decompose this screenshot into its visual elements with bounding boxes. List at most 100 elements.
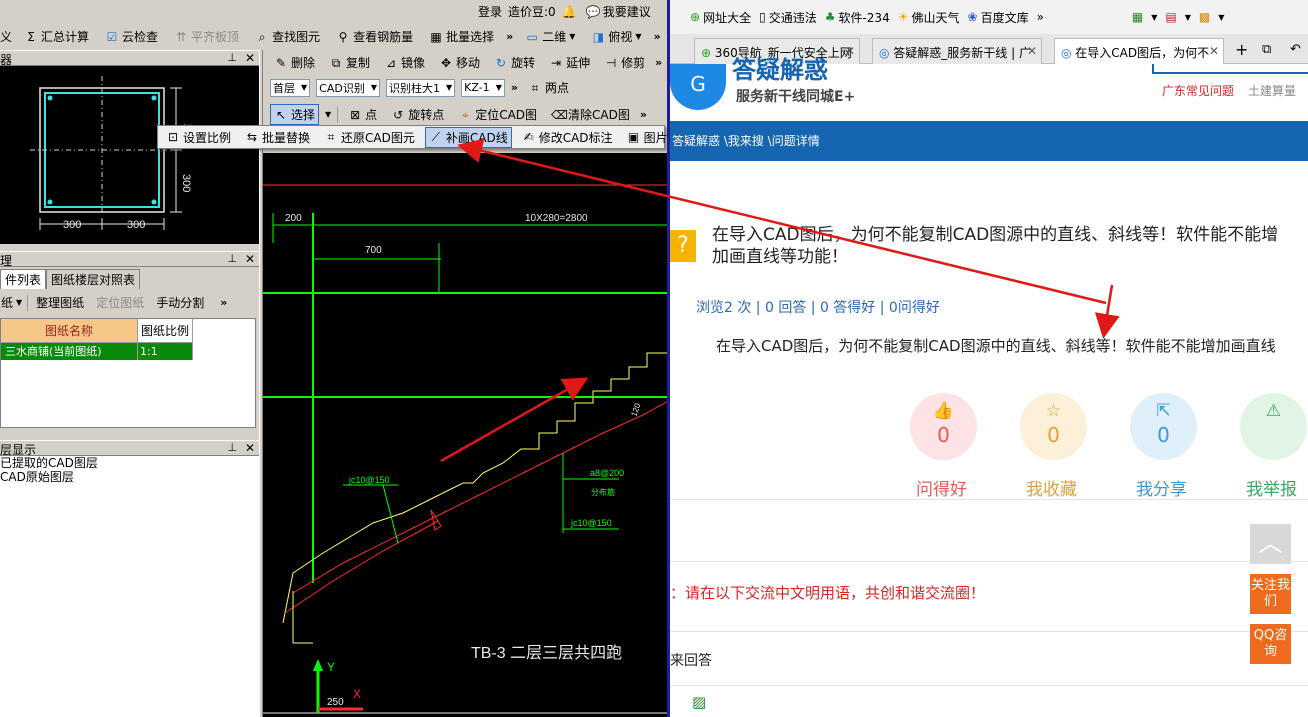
toolbar-more-icon[interactable]: » — [640, 108, 647, 121]
preview-panel-header: 器 ⊥ ✕ — [0, 50, 259, 67]
insert-image-icon[interactable]: ▨ — [692, 693, 706, 711]
organize-button[interactable]: 整理图纸 — [32, 292, 88, 313]
tab-floor-mapping[interactable]: 图纸楼层对照表 — [46, 269, 141, 289]
header-link-civil[interactable]: 土建算量 — [1248, 82, 1296, 99]
back-to-top-button[interactable]: ︿ — [1250, 524, 1291, 564]
cell-drawing-name[interactable]: 三水商铺(当前图纸) — [1, 343, 138, 360]
layer-original[interactable]: CAD原始图层 — [0, 470, 259, 484]
cell-drawing-scale[interactable]: 1:1 — [138, 343, 193, 360]
cloud-check-button[interactable]: ☑ 云检查 — [101, 26, 162, 47]
chevron-down-icon[interactable]: ▼ — [1218, 13, 1224, 22]
qq-consult-button[interactable]: QQ咨询 — [1250, 624, 1291, 664]
close-icon[interactable]: ✕ — [845, 44, 855, 58]
search-box-edge[interactable] — [1152, 64, 1308, 74]
apps-icon[interactable]: ▦ — [1132, 10, 1143, 24]
identify-column-select[interactable]: 识别柱大1 ▼ — [386, 78, 456, 97]
col-drawing-scale[interactable]: 图纸比例 — [138, 319, 193, 343]
cad-identify-select[interactable]: CAD识别 ▼ — [316, 78, 380, 97]
share-button[interactable]: ⇱ 0 — [1130, 393, 1197, 460]
move-label: 移动 — [456, 56, 481, 70]
chevron-down-icon[interactable]: ▼ — [325, 110, 331, 119]
close-icon[interactable]: ✕ — [245, 252, 255, 266]
pin-icon[interactable]: ⊥ — [227, 51, 237, 64]
rotate-button[interactable]: ↻ 旋转 — [490, 52, 539, 73]
locate-drawing-button[interactable]: 定位图纸 — [92, 292, 148, 313]
cad-drawing-canvas[interactable]: 200 10X280=2800 700 jc10@150 a8@200 分布筋 … — [263, 153, 668, 717]
header-link-faq[interactable]: 广东常见问题 — [1162, 82, 1234, 99]
delete-button[interactable]: ✎ 删除 — [270, 52, 319, 73]
find-button[interactable]: ⌕ 查找图元 — [251, 26, 324, 47]
bookmark-more-icon[interactable]: » — [1037, 10, 1044, 24]
new-tab-icon[interactable]: + — [1235, 40, 1248, 59]
locate-cad-button[interactable]: ⌖ 定位CAD图 — [454, 104, 541, 125]
login-link[interactable]: 登录 — [478, 3, 502, 20]
flush-button[interactable]: ⇈ 平齐板顶 — [170, 26, 243, 47]
image-mgmt-button[interactable]: ▣图片管理▼ — [623, 127, 668, 148]
close-icon[interactable]: ✕ — [245, 51, 255, 65]
layer-extracted[interactable]: 已提取的CAD图层 — [0, 456, 259, 470]
sum-button[interactable]: Σ 汇总计算 — [20, 26, 93, 47]
set-scale-button[interactable]: ⊡ 设置比例 — [162, 127, 235, 148]
floor-select[interactable]: 首层 ▼ — [270, 78, 311, 97]
toolbar-more-icon[interactable]: » — [655, 56, 662, 69]
bell-icon[interactable]: 🔔 — [562, 5, 577, 19]
draw-cad-line-button[interactable]: ⟋ 补画CAD线 — [424, 126, 512, 148]
table-row[interactable]: 三水商铺(当前图纸) 1:1 — [1, 343, 255, 360]
copy-button[interactable]: ⧉ 复制 — [325, 52, 374, 73]
like-label[interactable]: 问得好 — [916, 475, 967, 500]
batch-select-button[interactable]: ▦ 批量选择 — [425, 26, 498, 47]
toolbar-more-icon[interactable]: » — [220, 296, 227, 309]
mirror-button[interactable]: ⊿ 镜像 — [380, 52, 429, 73]
chevron-down-icon[interactable]: ▼ — [1185, 13, 1191, 22]
clear-cad-button[interactable]: ⌫ 清除CAD图 — [547, 104, 634, 125]
batch-replace-button[interactable]: ⇆ 批量替换 — [241, 127, 314, 148]
report-label[interactable]: 我举报 — [1246, 475, 1297, 500]
browser-tab-active[interactable]: ◎ 在导入CAD图后，为何不 ✕ — [1054, 38, 1224, 64]
select-button[interactable]: ↖ 选择 — [270, 104, 320, 125]
point-button[interactable]: ⊠ 点 — [344, 104, 381, 125]
share-label[interactable]: 我分享 — [1136, 475, 1187, 500]
bookmark-item[interactable]: ☀ 佛山天气 — [898, 9, 960, 26]
two-points-button[interactable]: ⌗ 两点 — [524, 77, 573, 98]
restore-cad-button[interactable]: ⌗ 还原CAD图元 — [320, 127, 419, 148]
like-button[interactable]: 👍 0 — [910, 393, 977, 460]
column-id-select[interactable]: KZ-1 ▼ — [461, 78, 505, 97]
view2d-button[interactable]: ▭ 二维 ▼ — [521, 26, 579, 47]
pin-icon[interactable]: ⊥ — [227, 252, 237, 265]
undo-icon[interactable]: ↶ — [1290, 42, 1301, 57]
pdf-icon[interactable]: ▤ — [1165, 10, 1176, 24]
ext-icon[interactable]: ▩ — [1199, 10, 1210, 24]
bookmark-item[interactable]: ⊕ 网址大全 — [690, 9, 751, 26]
favorite-label[interactable]: 我收藏 — [1026, 475, 1077, 500]
close-icon[interactable]: ✕ — [1209, 44, 1219, 58]
bookmark-item[interactable]: ❀ 百度文库 — [968, 9, 1029, 26]
favorite-button[interactable]: ☆ 0 — [1020, 393, 1087, 460]
breadcrumb[interactable]: 答疑解惑 \我来搜 \问题详情 — [670, 121, 1308, 161]
rebar-button[interactable]: ⚲ 查看钢筋量 — [332, 26, 417, 47]
tab-list-icon[interactable]: ⧉ — [1262, 42, 1271, 57]
view-top-button[interactable]: ◨ 俯视 ▼ — [587, 26, 645, 47]
report-button[interactable]: ⚠ — [1240, 393, 1307, 460]
close-icon[interactable]: ✕ — [245, 441, 255, 455]
tab-favicon: ◎ — [1061, 46, 1076, 60]
toolbar-more-icon[interactable]: » — [654, 30, 661, 43]
trim-button[interactable]: ⊣ 修剪 — [600, 52, 649, 73]
move-button[interactable]: ✥ 移动 — [435, 52, 484, 73]
edit-cad-label-button[interactable]: ✍ 修改CAD标注 — [518, 127, 617, 148]
pin-icon[interactable]: ⊥ — [227, 441, 237, 454]
toolbar-more-icon[interactable]: » — [511, 81, 518, 94]
drawing-menu[interactable]: 纸 ▼ — [0, 293, 23, 312]
bookmark-item[interactable]: ▯ 交通违法 — [759, 9, 817, 26]
toolbar-more-icon[interactable]: » — [506, 30, 513, 43]
tab-component-list[interactable]: 件列表 — [0, 269, 47, 289]
rotate-point-button[interactable]: ↺ 旋转点 — [387, 104, 448, 125]
follow-us-button[interactable]: 关注我们 — [1250, 574, 1291, 614]
close-icon[interactable]: ✕ — [1027, 44, 1037, 58]
manual-split-button[interactable]: 手动分割 — [152, 292, 208, 313]
col-drawing-name[interactable]: 图纸名称 — [1, 319, 138, 343]
chevron-down-icon[interactable]: ▼ — [1151, 13, 1157, 22]
browser-tab[interactable]: ◎ 答疑解惑_服务新干线 | 广 ✕ — [872, 38, 1042, 64]
extend-button[interactable]: ⇥ 延伸 — [545, 52, 594, 73]
bookmark-item[interactable]: ♣ 软件-234 — [825, 9, 890, 26]
suggest-button[interactable]: 💬 我要建议 — [582, 1, 655, 22]
